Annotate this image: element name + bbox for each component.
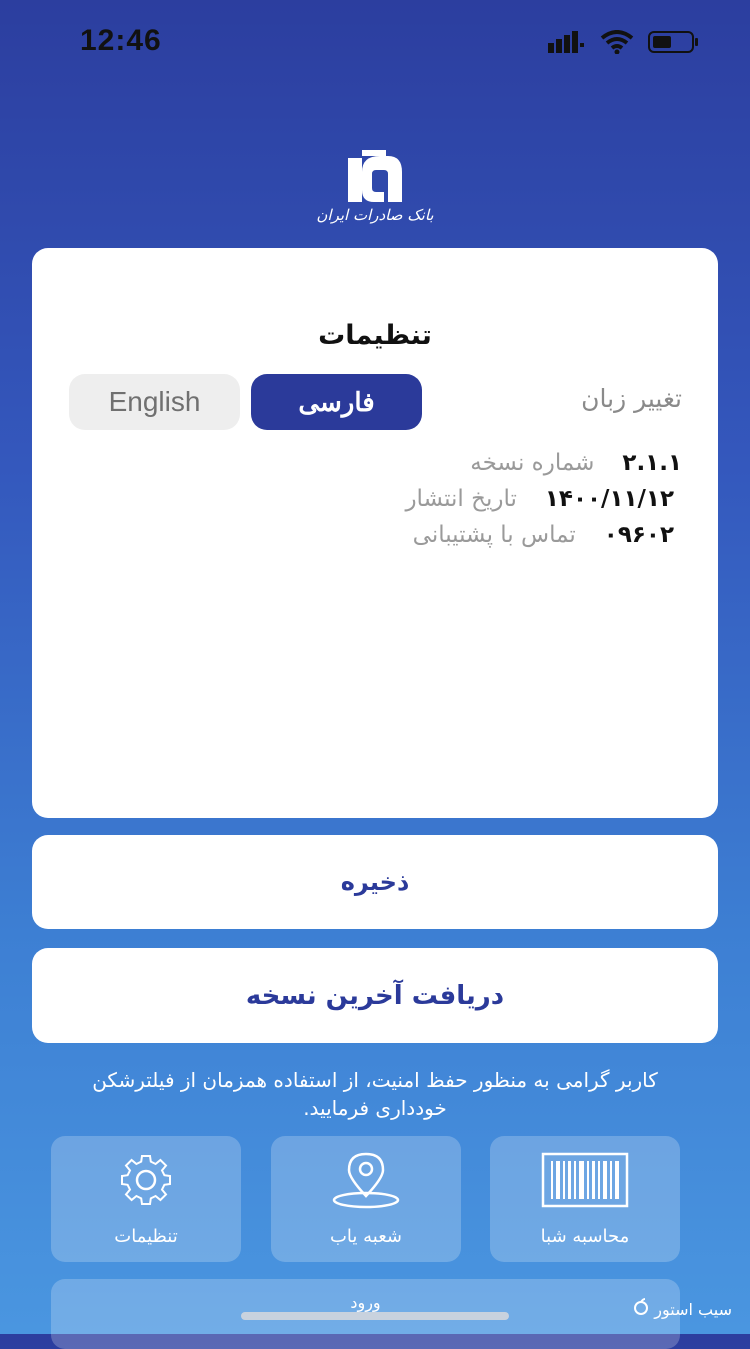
shortcut-sheba-calculator-label: محاسبه شبا <box>540 1226 630 1247</box>
bank-logo: بانک صادرات ایران <box>300 150 450 240</box>
info-row-release-date: تاریخ انتشار ۱۴۰۰/۱۱/۱۲ <box>405 486 674 512</box>
language-farsi-button[interactable]: فارسی <box>251 374 422 430</box>
release-date-value: ۱۴۰۰/۱۱/۱۲ <box>544 486 674 512</box>
watermark-logo-icon <box>632 1298 650 1320</box>
status-icons <box>548 30 700 58</box>
language-label: تغییر زبان <box>581 384 682 413</box>
shortcut-settings-label: تنظیمات <box>114 1226 178 1247</box>
get-latest-version-button[interactable]: دریافت آخرین نسخه <box>32 948 718 1043</box>
shortcut-branch-finder[interactable]: شعبه یاب <box>271 1136 461 1262</box>
home-indicator <box>241 1312 509 1320</box>
shortcut-settings[interactable]: تنظیمات <box>51 1136 241 1262</box>
support-label: تماس با پشتیبانی <box>412 522 576 548</box>
watermark: سیب استور <box>632 1298 732 1320</box>
shortcut-branch-finder-label: شعبه یاب <box>329 1226 402 1247</box>
status-bar: 12:46 <box>0 0 750 80</box>
save-button[interactable]: ذخیره <box>32 835 718 929</box>
info-row-support: تماس با پشتیبانی ۰۹۶۰۲ <box>413 522 674 548</box>
info-row-version: شماره نسخه ۲.۱.۱ <box>470 450 682 476</box>
signal-icon <box>548 31 586 57</box>
status-time: 12:46 <box>80 24 162 57</box>
location-pin-icon <box>331 1150 401 1210</box>
settings-title: تنظیمات <box>318 320 432 351</box>
barcode-icon <box>541 1150 629 1210</box>
bank-logo-mark <box>348 150 402 202</box>
language-english-button[interactable]: English <box>69 374 240 430</box>
gear-icon <box>111 1150 181 1210</box>
security-note: کاربر گرامی به منظور حفظ امنیت، از استفا… <box>92 1068 658 1120</box>
shortcut-sheba-calculator[interactable]: محاسبه شبا <box>490 1136 680 1262</box>
version-value: ۲.۱.۱ <box>622 450 682 476</box>
version-label: شماره نسخه <box>470 450 595 476</box>
bank-logo-text: بانک صادرات ایران <box>316 206 434 224</box>
support-value: ۰۹۶۰۲ <box>603 522 674 548</box>
wifi-icon <box>600 30 634 58</box>
watermark-text: سیب استور <box>654 1299 732 1319</box>
battery-icon <box>648 30 700 58</box>
release-date-label: تاریخ انتشار <box>405 486 517 512</box>
